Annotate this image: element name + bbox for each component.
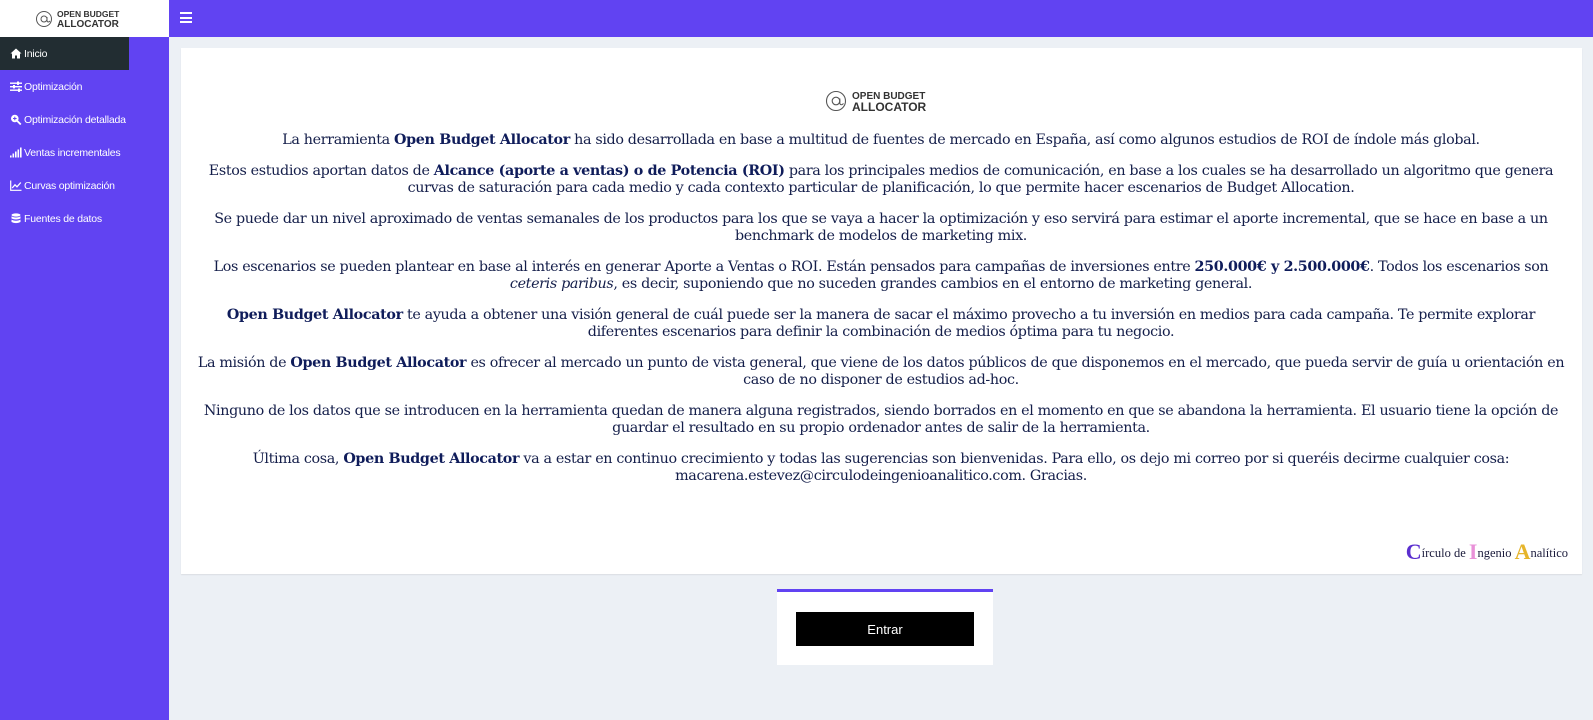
- intro-paragraph: Los escenarios se pueden plantear en bas…: [195, 259, 1567, 292]
- card-logo-line2: ALLOCATOR: [852, 100, 927, 114]
- intro-paragraph: La misión de Open Budget Allocator es of…: [195, 355, 1567, 388]
- sidebar: OPEN BUDGET ALLOCATOR Inicio Optimizació…: [0, 0, 169, 720]
- intro-paragraph: Ninguno de los datos que se introducen e…: [195, 403, 1567, 436]
- cia-text-1: írculo de: [1421, 546, 1469, 560]
- home-icon: [9, 48, 22, 59]
- paragraph-text-run: . Todos los escenarios son: [1369, 259, 1549, 276]
- cia-letter-c: C: [1405, 539, 1422, 564]
- intro-paragraph: Open Budget Allocator te ayuda a obtener…: [195, 307, 1567, 340]
- signal-bars-icon: [9, 147, 22, 158]
- paragraph-text-run: Última cosa,: [252, 451, 344, 468]
- sidebar-item-label: Fuentes de datos: [24, 212, 102, 225]
- paragraph-text-run: ceteris paribus: [509, 275, 614, 292]
- paragraph-text-run: es ofrecer al mercado un punto de vista …: [466, 355, 1565, 388]
- paragraph-text-run: ha sido desarrollada en base a multitud …: [569, 132, 1480, 148]
- paragraph-text-run: va a estar en continuo crecimiento y tod…: [519, 451, 1510, 484]
- sidebar-item-label: Inicio: [24, 47, 48, 60]
- search-plus-icon: [9, 114, 22, 125]
- sidebar-item-optimizacion[interactable]: Optimización: [0, 70, 169, 103]
- cia-text-3: nalítico: [1530, 546, 1569, 560]
- cia-letter-a: A: [1514, 539, 1531, 564]
- brand-line1: OPEN BUDGET: [57, 9, 120, 19]
- paragraph-text-run: Open Budget Allocator: [290, 355, 467, 372]
- sidebar-item-label: Curvas optimización: [24, 179, 115, 192]
- intro-paragraph: Estos estudios aportan datos de Alcance …: [195, 163, 1567, 196]
- intro-paragraph: Se puede dar un nivel aproximado de vent…: [195, 211, 1567, 244]
- sidebar-item-inicio[interactable]: Inicio: [0, 37, 129, 70]
- brand-line2: ALLOCATOR: [57, 19, 120, 30]
- paragraph-text-run: Open Budget Allocator: [343, 451, 520, 468]
- paragraph-text-run: La herramienta: [282, 132, 395, 148]
- paragraph-text-run: Estos estudios aportan datos de: [208, 163, 434, 180]
- paragraph-text-run: Open Budget Allocator: [226, 307, 403, 324]
- paragraph-text-run: Alcance (aporte a ventas) o de Potencia …: [433, 163, 785, 180]
- sidebar-item-ventas-incrementales[interactable]: Ventas incrementales: [0, 136, 169, 169]
- sliders-icon: [9, 81, 22, 92]
- intro-card: OPEN BUDGET ALLOCATOR La herramienta Ope…: [181, 48, 1582, 574]
- sidebar-item-fuentes-de-datos[interactable]: Fuentes de datos: [0, 202, 169, 235]
- sidebar-item-curvas-optimizacion[interactable]: Curvas optimización: [0, 169, 169, 202]
- sidebar-item-label: Ventas incrementales: [24, 146, 121, 159]
- at-sign-logo-icon: OPEN BUDGET ALLOCATOR: [35, 9, 120, 30]
- sidebar-toggle-menu-icon[interactable]: [180, 12, 192, 24]
- cia-text-2: ngenio: [1477, 546, 1515, 560]
- sidebar-item-label: Optimización: [24, 80, 83, 93]
- database-icon: [9, 213, 22, 224]
- paragraph-text-run: Se puede dar un nivel aproximado de vent…: [214, 211, 1548, 244]
- paragraph-text-run: 250.000€ y 2.500.000€: [1194, 259, 1370, 276]
- paragraph-text-run: Open Budget Allocator: [394, 132, 570, 148]
- paragraph-text-run: , es decir, suponiendo que no suceden gr…: [613, 275, 1253, 292]
- open-budget-allocator-logo: OPEN BUDGET ALLOCATOR: [825, 87, 941, 120]
- intro-text: La herramienta Open Budget Allocator ha …: [195, 132, 1567, 499]
- sidebar-item-label: Optimización detallada: [24, 113, 126, 126]
- sidebar-item-optimizacion-detallada[interactable]: Optimización detallada: [0, 103, 169, 136]
- top-navbar: [169, 0, 1593, 37]
- intro-paragraph: Última cosa, Open Budget Allocator va a …: [195, 451, 1567, 484]
- line-chart-icon: [9, 180, 22, 191]
- at-sign-logo-icon: OPEN BUDGET ALLOCATOR: [825, 90, 927, 114]
- brand-logo[interactable]: OPEN BUDGET ALLOCATOR: [0, 0, 169, 37]
- paragraph-text-run: Los escenarios se pueden plantear en bas…: [213, 259, 1195, 276]
- paragraph-text-run: te ayuda a obtener una visión general de…: [402, 307, 1536, 340]
- sidebar-nav: Inicio Optimización Optimización detalla…: [0, 37, 169, 235]
- intro-paragraph: La herramienta Open Budget Allocator ha …: [195, 132, 1567, 149]
- enter-button[interactable]: Entrar: [796, 612, 974, 646]
- paragraph-text-run: Ninguno de los datos que se introducen e…: [203, 403, 1559, 436]
- circulo-de-ingenio-analitico-logo: Círculo de Ingenio Analítico: [1406, 539, 1568, 565]
- login-box: Entrar: [777, 589, 993, 665]
- paragraph-text-run: La misión de: [197, 355, 291, 372]
